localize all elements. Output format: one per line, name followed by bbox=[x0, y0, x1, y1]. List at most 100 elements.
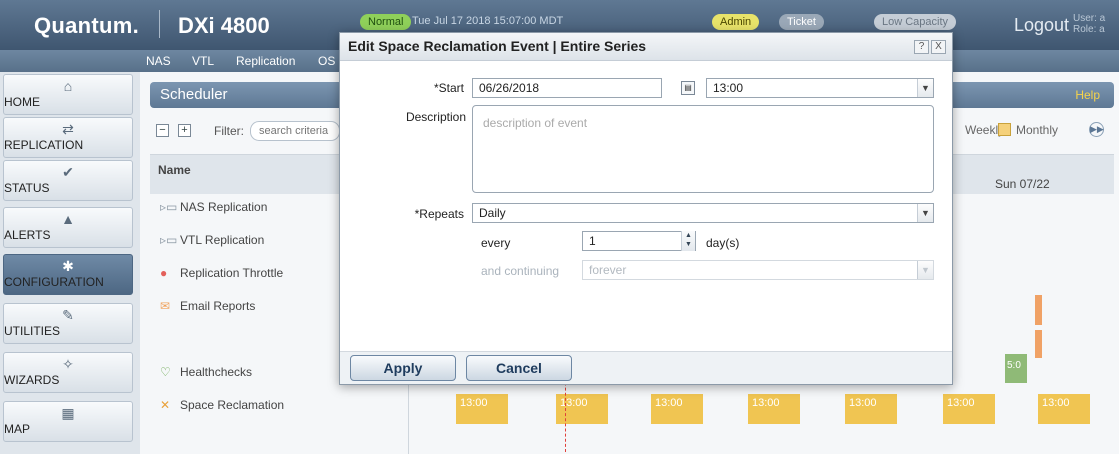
space-reclamation-event[interactable]: 13:00 bbox=[556, 394, 608, 424]
chevron-down-icon[interactable]: ▼ bbox=[917, 261, 933, 279]
stethoscope-icon: ♡ bbox=[160, 365, 171, 379]
continuing-label: and continuing bbox=[481, 264, 560, 278]
system-status-badge[interactable]: Normal bbox=[360, 14, 412, 30]
start-date-field[interactable]: 06/26/2018 bbox=[472, 78, 662, 98]
logout-link[interactable]: Logout bbox=[1014, 15, 1069, 36]
space-reclamation-event[interactable]: 13:00 bbox=[943, 394, 995, 424]
email-icon: ✉ bbox=[160, 299, 171, 313]
sidebar-item-label: CONFIGURATION bbox=[4, 275, 104, 289]
sidebar-item-configuration[interactable]: ✱ CONFIGURATION bbox=[3, 254, 133, 295]
tab-nas[interactable]: NAS bbox=[146, 54, 171, 68]
model-name: DXi 4800 bbox=[178, 13, 270, 38]
sidebar-item-label: STATUS bbox=[4, 181, 50, 195]
wand-icon: ✧ bbox=[62, 356, 74, 372]
help-link[interactable]: Help bbox=[1075, 88, 1100, 102]
throttle-icon: ● bbox=[160, 266, 168, 280]
wrench-icon: ✎ bbox=[62, 307, 74, 323]
sidebar-item-replication[interactable]: ⇄ REPLICATION bbox=[3, 117, 133, 158]
description-label: Description bbox=[405, 110, 466, 124]
sidebar-item-map[interactable]: ▦ MAP bbox=[3, 401, 133, 442]
brand-logo: Quantum. bbox=[34, 13, 140, 38]
user-label: User: a bbox=[1073, 13, 1106, 24]
calendar-icon[interactable]: ▤ bbox=[681, 81, 695, 95]
row-label: Healthchecks bbox=[180, 365, 253, 379]
email-report-event[interactable] bbox=[1035, 330, 1042, 358]
chevron-down-icon[interactable]: ▼ bbox=[917, 204, 933, 222]
admin-badge[interactable]: Admin bbox=[712, 14, 760, 30]
calendar-icon bbox=[998, 123, 1011, 136]
row-label: Space Reclamation bbox=[180, 398, 285, 412]
sidebar-item-label: ALERTS bbox=[4, 228, 51, 242]
role-label: Role: a bbox=[1073, 24, 1105, 35]
healthcheck-event[interactable]: 5:0 bbox=[1005, 354, 1027, 383]
user-info: User: a Role: a bbox=[1073, 13, 1105, 35]
folder-icon: ▹▭ bbox=[160, 200, 178, 214]
row-label: Email Reports bbox=[180, 299, 256, 313]
sidebar-item-label: HOME bbox=[4, 95, 40, 109]
tab-os[interactable]: OS bbox=[318, 54, 335, 68]
space-reclamation-event[interactable]: 13:00 bbox=[456, 394, 508, 424]
continuing-value: forever bbox=[589, 263, 627, 277]
name-column-header[interactable]: Name bbox=[158, 163, 191, 177]
every-stepper[interactable]: 1 ▲ ▼ bbox=[582, 231, 696, 251]
folder-icon: ▹▭ bbox=[160, 233, 178, 247]
every-unit-label: day(s) bbox=[706, 236, 740, 250]
dialog-title: Edit Space Reclamation Event | Entire Se… bbox=[348, 38, 647, 54]
expand-all-button[interactable]: + bbox=[178, 124, 191, 137]
sidebar-item-label: WIZARDS bbox=[4, 373, 60, 387]
broom-icon: ✕ bbox=[160, 398, 171, 412]
dialog-title-bar: Edit Space Reclamation Event | Entire Se… bbox=[340, 33, 952, 61]
space-reclamation-event[interactable]: 13:00 bbox=[1038, 394, 1090, 424]
every-value: 1 bbox=[589, 234, 596, 248]
start-time-value: 13:00 bbox=[713, 81, 744, 95]
cancel-button[interactable]: Cancel bbox=[466, 355, 572, 381]
header-divider bbox=[159, 10, 160, 38]
row-label: Replication Throttle bbox=[180, 266, 284, 280]
dialog-footer: Apply Cancel bbox=[340, 351, 952, 384]
tab-vtl[interactable]: VTL bbox=[192, 54, 214, 68]
tab-replication[interactable]: Replication bbox=[236, 54, 295, 68]
description-textarea[interactable]: description of event bbox=[472, 105, 934, 193]
sidebar-item-wizards[interactable]: ✧ WIZARDS bbox=[3, 352, 133, 393]
bell-icon: ▲ bbox=[61, 211, 75, 227]
repeats-value: Daily bbox=[479, 206, 506, 220]
space-reclamation-event[interactable]: 13:00 bbox=[845, 394, 897, 424]
row-label: VTL Replication bbox=[180, 233, 265, 247]
sidebar-item-label: UTILITIES bbox=[4, 324, 61, 338]
gear-icon: ✱ bbox=[62, 258, 74, 274]
sidebar: ⌂ HOME ⇄ REPLICATION ✔ STATUS ▲ ALERTS ✱… bbox=[0, 72, 140, 454]
table-row[interactable]: ✕ Space Reclamation bbox=[150, 392, 408, 425]
filter-input[interactable] bbox=[250, 121, 340, 141]
sidebar-item-label: MAP bbox=[4, 422, 31, 436]
repeats-select[interactable]: Daily ▼ bbox=[472, 203, 934, 223]
stepper-arrows-icon[interactable]: ▲ ▼ bbox=[681, 231, 695, 251]
sidebar-item-home[interactable]: ⌂ HOME bbox=[3, 74, 133, 115]
filter-label: Filter: bbox=[214, 124, 244, 138]
map-icon: ▦ bbox=[61, 405, 75, 421]
low-capacity-badge[interactable]: Low Capacity bbox=[874, 14, 957, 30]
dialog-close-button[interactable]: X bbox=[931, 40, 946, 54]
sidebar-item-alerts[interactable]: ▲ ALERTS bbox=[3, 207, 133, 248]
home-icon: ⌂ bbox=[63, 78, 73, 94]
day-header: Sun 07/22 bbox=[995, 177, 1050, 191]
next-period-icon[interactable]: ▶▶ bbox=[1089, 122, 1104, 137]
row-label: NAS Replication bbox=[180, 200, 268, 214]
sidebar-item-status[interactable]: ✔ STATUS bbox=[3, 160, 133, 201]
sidebar-item-utilities[interactable]: ✎ UTILITIES bbox=[3, 303, 133, 344]
collapse-all-button[interactable]: − bbox=[156, 124, 169, 137]
space-reclamation-event[interactable]: 13:00 bbox=[748, 394, 800, 424]
chevron-down-icon[interactable]: ▼ bbox=[917, 79, 933, 97]
email-report-event[interactable] bbox=[1035, 295, 1042, 325]
start-time-select[interactable]: 13:00 ▼ bbox=[706, 78, 934, 98]
dialog-help-button[interactable]: ? bbox=[914, 40, 929, 54]
swap-icon: ⇄ bbox=[62, 121, 74, 137]
header-datetime: Tue Jul 17 2018 15:07:00 MDT bbox=[412, 15, 564, 27]
continuing-select[interactable]: forever ▼ bbox=[582, 260, 934, 280]
check-circle-icon: ✔ bbox=[62, 164, 74, 180]
repeats-label: *Repeats bbox=[414, 207, 464, 221]
view-monthly-button[interactable]: Monthly bbox=[1016, 123, 1058, 137]
start-label: *Start bbox=[433, 81, 464, 95]
space-reclamation-event[interactable]: 13:00 bbox=[651, 394, 703, 424]
ticket-badge[interactable]: Ticket bbox=[779, 14, 824, 30]
apply-button[interactable]: Apply bbox=[350, 355, 456, 381]
